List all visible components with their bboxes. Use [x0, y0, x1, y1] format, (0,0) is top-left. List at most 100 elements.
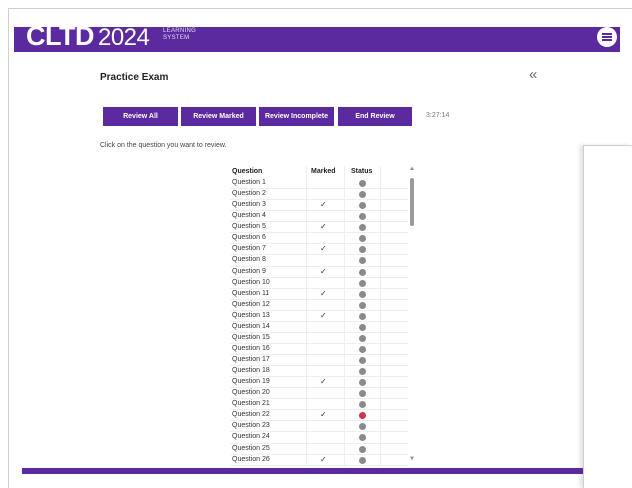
exam-timer: 3:27:14 — [426, 112, 450, 119]
question-label: Question 3 — [232, 201, 266, 209]
table-row[interactable]: Question 7 ✓ — [230, 244, 408, 256]
status-indicator-icon — [359, 423, 366, 431]
question-label: Question 17 — [232, 356, 270, 363]
status-indicator-icon — [359, 180, 366, 187]
table-row[interactable]: Question 26 ✓ — [230, 455, 408, 466]
marked-check-icon: ✓ — [320, 222, 327, 232]
scroll-down-icon[interactable]: ▼ — [409, 456, 415, 462]
question-label: Question 26 — [232, 455, 270, 463]
table-row[interactable]: Question 19 ✓ — [230, 377, 408, 389]
header-question: Question — [232, 168, 263, 175]
logo-subtitle: LEARNING SYSTEM — [163, 28, 196, 42]
table-row[interactable]: Question 6 — [230, 233, 408, 245]
table-row[interactable]: Question 18 — [230, 366, 408, 378]
end-review-button[interactable]: End Review — [338, 107, 412, 126]
table-row[interactable]: Question 3 ✓ — [230, 200, 408, 212]
review-all-button[interactable]: Review All — [103, 107, 178, 126]
question-label: Question 4 — [232, 212, 266, 220]
logo-sub-line-1: LEARNING — [163, 28, 197, 34]
table-row[interactable]: Question 25 — [230, 444, 408, 455]
question-review-table: Question Marked Status Question 1 Questio… — [230, 166, 418, 466]
status-indicator-icon — [359, 213, 366, 221]
marked-check-icon: ✓ — [320, 454, 327, 464]
marked-check-icon: ✓ — [320, 288, 327, 298]
logo-main: CLTD — [26, 21, 94, 51]
question-label: Question 8 — [232, 256, 266, 264]
marked-check-icon: ✓ — [320, 310, 327, 320]
table-row[interactable]: Question 21 — [230, 399, 408, 411]
logo-year: 2024 — [97, 24, 150, 51]
question-rows: Question 1 Question 2 Question 3 ✓ Question … — [230, 178, 408, 466]
footer-bar — [22, 468, 583, 474]
table-header: Question Marked Status — [230, 166, 408, 177]
table-row[interactable]: Question 22 ✓ — [230, 410, 408, 422]
question-label: Question 9 — [232, 267, 266, 275]
status-indicator-icon — [359, 202, 366, 210]
scrollbar-thumb[interactable] — [410, 178, 414, 226]
scroll-up-icon[interactable]: ▲ — [409, 166, 415, 172]
status-indicator-icon — [359, 290, 366, 298]
question-label: Question 23 — [232, 422, 270, 430]
question-label: Question 6 — [232, 234, 266, 242]
status-indicator-icon — [359, 412, 366, 420]
logo-sub-line-2: SYSTEM — [163, 35, 190, 41]
table-scrollbar[interactable]: ▲ ▼ — [408, 166, 417, 462]
question-label: Question 12 — [232, 300, 270, 308]
question-label: Question 20 — [232, 389, 270, 397]
status-indicator-icon — [359, 379, 366, 387]
status-indicator-icon — [359, 368, 366, 376]
question-label: Question 13 — [232, 311, 270, 319]
question-label: Question 22 — [232, 411, 270, 419]
marked-check-icon: ✓ — [320, 244, 327, 254]
status-indicator-icon — [359, 445, 366, 453]
question-label: Question 21 — [232, 400, 270, 408]
review-marked-button[interactable]: Review Marked — [181, 107, 256, 126]
status-indicator-icon — [359, 235, 366, 243]
status-indicator-icon — [359, 257, 366, 265]
table-row[interactable]: Question 23 — [230, 421, 408, 433]
table-row[interactable]: Question 17 — [230, 355, 408, 367]
table-row[interactable]: Question 16 — [230, 344, 408, 355]
question-label: Question 24 — [232, 433, 270, 441]
question-label: Question 11 — [232, 289, 270, 297]
table-row[interactable]: Question 11 ✓ — [230, 289, 408, 300]
question-label: Question 18 — [232, 367, 270, 375]
table-row[interactable]: Question 1 — [230, 178, 408, 190]
question-label: Question 14 — [232, 322, 270, 330]
table-row[interactable]: Question 9 ✓ — [230, 267, 408, 278]
side-panel — [583, 145, 632, 488]
table-row[interactable]: Question 4 — [230, 211, 408, 223]
question-label: Question 5 — [232, 223, 266, 231]
status-indicator-icon — [359, 401, 366, 409]
review-incomplete-button[interactable]: Review Incomplete — [259, 107, 334, 126]
question-label: Question 15 — [232, 333, 270, 341]
collapse-panel-icon[interactable]: « — [529, 66, 537, 83]
question-label: Question 25 — [232, 444, 270, 452]
table-row[interactable]: Question 20 — [230, 388, 408, 400]
table-row[interactable]: Question 2 — [230, 189, 408, 201]
table-row[interactable]: Question 12 — [230, 300, 408, 311]
status-indicator-icon — [359, 312, 366, 320]
table-row[interactable]: Question 8 — [230, 255, 408, 267]
status-indicator-icon — [359, 390, 366, 398]
table-row[interactable]: Question 5 ✓ — [230, 222, 408, 234]
hamburger-menu-icon[interactable] — [597, 27, 617, 47]
table-row[interactable]: Question 15 — [230, 333, 408, 344]
question-label: Question 19 — [232, 378, 270, 386]
status-indicator-icon — [359, 191, 366, 199]
status-indicator-icon — [359, 334, 366, 342]
table-row[interactable]: Question 13 ✓ — [230, 311, 408, 322]
question-label: Question 7 — [232, 245, 266, 253]
table-row[interactable]: Question 10 — [230, 278, 408, 289]
status-indicator-icon — [359, 357, 366, 364]
status-indicator-icon — [359, 246, 366, 254]
status-indicator-icon — [359, 279, 366, 287]
header-marked: Marked — [311, 168, 336, 175]
table-row[interactable]: Question 14 — [230, 322, 408, 333]
table-row[interactable]: Question 24 — [230, 432, 408, 444]
status-indicator-icon — [359, 323, 366, 331]
top-header-bar: CLTD 2024 LEARNING SYSTEM — [14, 21, 620, 52]
status-indicator-icon — [359, 268, 366, 276]
question-label: Question 1 — [232, 179, 266, 186]
question-label: Question 2 — [232, 190, 266, 198]
